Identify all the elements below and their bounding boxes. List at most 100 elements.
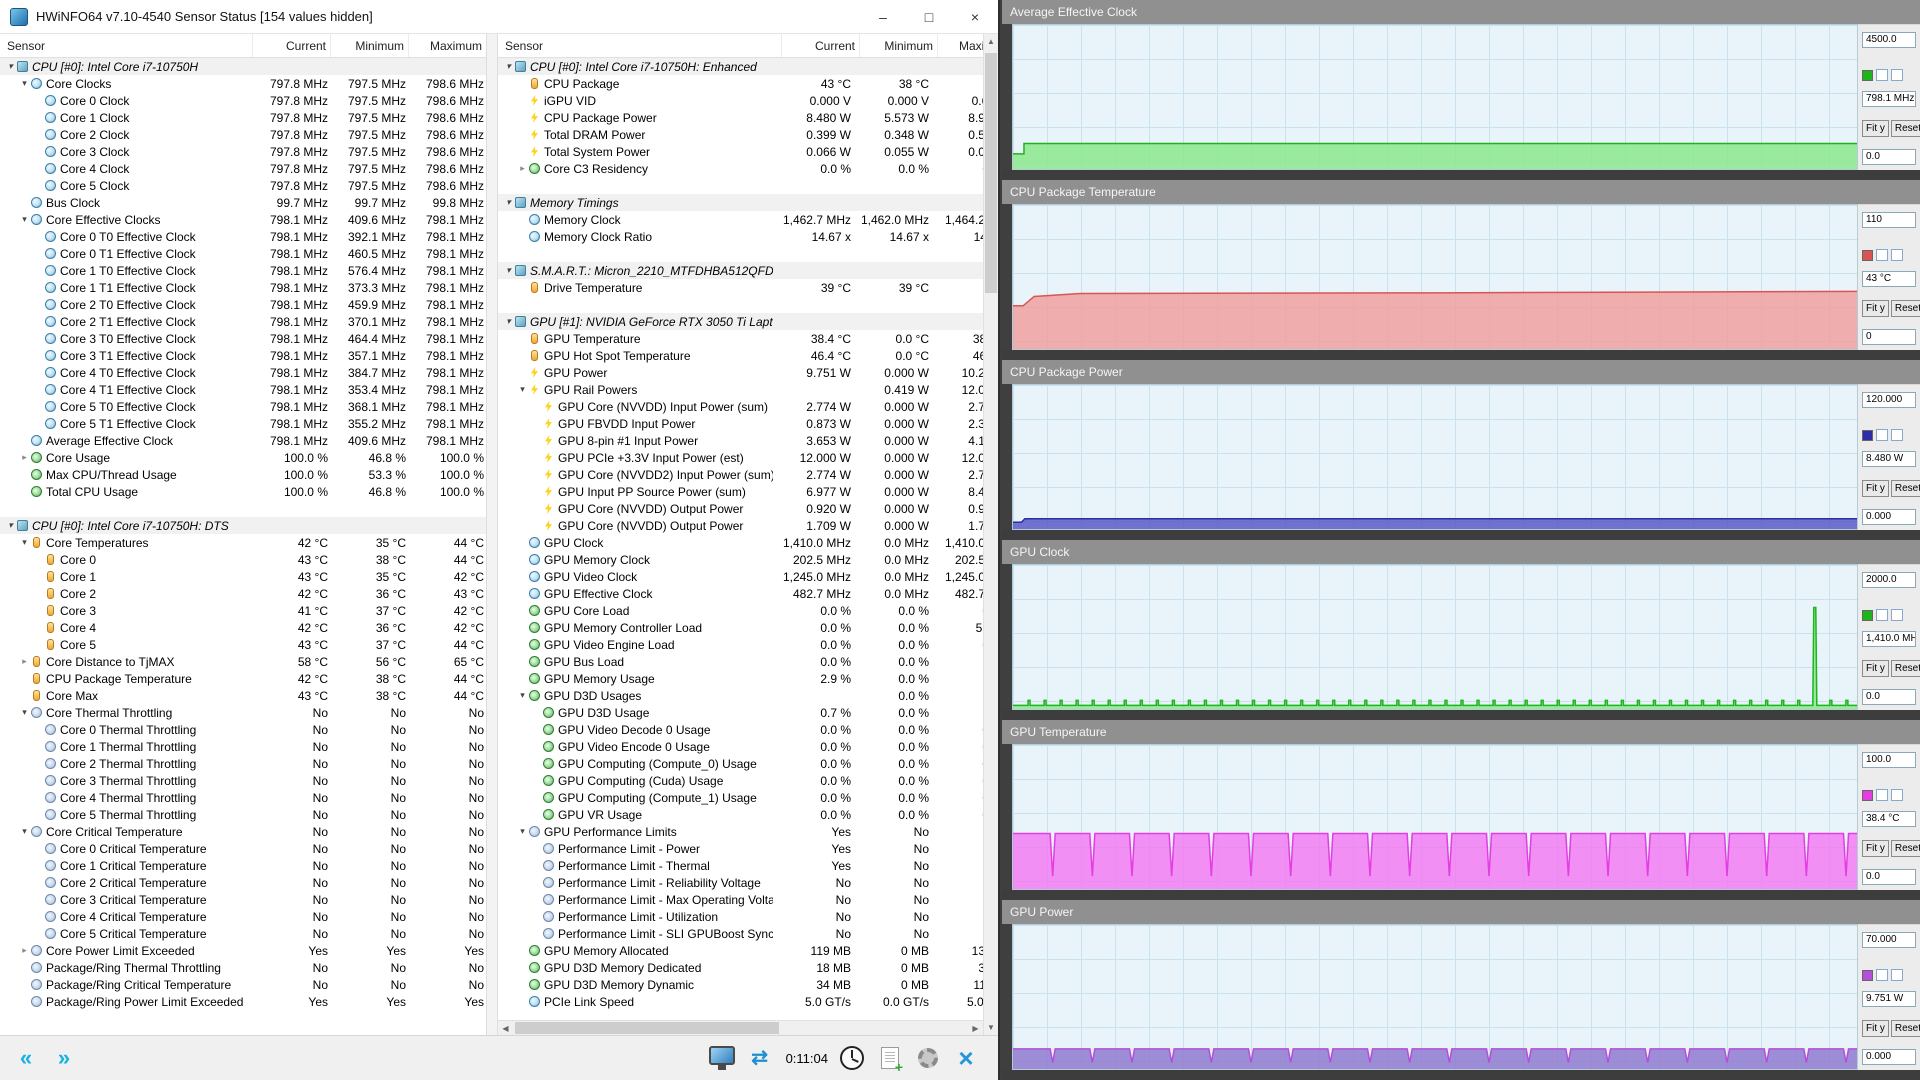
scale-option-box[interactable]: [1876, 69, 1888, 81]
collapse-arrow-icon[interactable]: ▾: [516, 384, 529, 395]
sensor-row[interactable]: Core 2 T1 Effective Clock798.1 MHz370.1 …: [0, 313, 486, 330]
sensor-row[interactable]: Performance Limit - SLI GPUBoost SyncNoN…: [498, 925, 983, 942]
sensor-row[interactable]: GPU Computing (Compute_1) Usage0.0 %0.0 …: [498, 789, 983, 806]
minimize-button[interactable]: –: [860, 0, 906, 34]
sensor-row[interactable]: GPU Temperature38.4 °C0.0 °C38.5 °C: [498, 330, 983, 347]
sensor-row[interactable]: GPU Memory Clock202.5 MHz0.0 MHz202.5 MH…: [498, 551, 983, 568]
sensor-row[interactable]: Core 0 Critical TemperatureNoNoNo: [0, 840, 486, 857]
sensor-row[interactable]: Core 143 °C35 °C42 °C: [0, 568, 486, 585]
sensor-row[interactable]: Memory Clock1,462.7 MHz1,462.0 MHz1,464.…: [498, 211, 983, 228]
sensor-row[interactable]: ▾GPU Performance LimitsYesNoYes: [498, 823, 983, 840]
sensor-row[interactable]: iGPU VID0.000 V0.000 V0.650 V: [498, 92, 983, 109]
scale-min-box[interactable]: 0: [1862, 329, 1916, 345]
sensor-row[interactable]: Memory Clock Ratio14.67 x14.67 x14.67 x: [498, 228, 983, 245]
sensor-section-row[interactable]: ▾CPU [#0]: Intel Core i7-10750H: [0, 58, 486, 75]
scale-max-box[interactable]: 100.0: [1862, 752, 1916, 768]
sensor-row[interactable]: Core 341 °C37 °C42 °C: [0, 602, 486, 619]
sensor-row[interactable]: Core 3 Clock797.8 MHz797.5 MHz798.6 MHz: [0, 143, 486, 160]
scale-option-box[interactable]: [1876, 789, 1888, 801]
sensor-row[interactable]: CPU Package43 °C38 °C44 °C: [498, 75, 983, 92]
sensor-row[interactable]: Performance Limit - Max Operating Voltag…: [498, 891, 983, 908]
prev-page-button[interactable]: «: [10, 1041, 42, 1075]
sensor-row[interactable]: GPU Video Decode 0 Usage0.0 %0.0 %0.0 %: [498, 721, 983, 738]
series-color-swatch[interactable]: [1862, 70, 1873, 81]
sensor-row[interactable]: Core 0 T0 Effective Clock798.1 MHz392.1 …: [0, 228, 486, 245]
sensor-row[interactable]: Core 5 Clock797.8 MHz797.5 MHz798.6 MHz: [0, 177, 486, 194]
horizontal-scrollbar[interactable]: ◀ ▶: [498, 1020, 983, 1035]
sensor-row[interactable]: Package/Ring Thermal ThrottlingNoNoNo: [0, 959, 486, 976]
panel-splitter[interactable]: [486, 34, 498, 1035]
sensor-row[interactable]: Core 3 Thermal ThrottlingNoNoNo: [0, 772, 486, 789]
sensor-row[interactable]: GPU Power9.751 W0.000 W10.259 W: [498, 364, 983, 381]
collapse-arrow-icon[interactable]: ▾: [18, 707, 31, 718]
graph-title[interactable]: GPU Clock: [1002, 540, 1920, 564]
scale-option-box[interactable]: [1891, 429, 1903, 441]
sensor-row[interactable]: Package/Ring Power Limit ExceededYesYesY…: [0, 993, 486, 1010]
sensor-row[interactable]: ▸Core C3 Residency0.0 %0.0 %0.2 %: [498, 160, 983, 177]
sensor-row[interactable]: GPU Input PP Source Power (sum)6.977 W0.…: [498, 483, 983, 500]
refresh-button[interactable]: ⇄: [744, 1041, 776, 1075]
fit-y-button[interactable]: Fit y: [1862, 480, 1889, 497]
sensor-row[interactable]: Core 3 Critical TemperatureNoNoNo: [0, 891, 486, 908]
collapse-arrow-icon[interactable]: ▾: [502, 265, 515, 276]
sensor-row[interactable]: Drive Temperature39 °C39 °C39 °C: [498, 279, 983, 296]
sensor-section-row[interactable]: ▾GPU [#1]: NVIDIA GeForce RTX 3050 Ti La…: [498, 313, 983, 330]
sensor-row[interactable]: Core 4 T1 Effective Clock798.1 MHz353.4 …: [0, 381, 486, 398]
scale-max-box[interactable]: 70.000: [1862, 932, 1916, 948]
scale-min-box[interactable]: 0.0: [1862, 689, 1916, 705]
sensor-row[interactable]: Core 442 °C36 °C42 °C: [0, 619, 486, 636]
scale-option-box[interactable]: [1876, 429, 1888, 441]
sensor-row[interactable]: GPU D3D Memory Dynamic34 MB0 MB111 MB: [498, 976, 983, 993]
next-page-button[interactable]: »: [48, 1041, 80, 1075]
collapse-arrow-icon[interactable]: ▾: [502, 316, 515, 327]
sensor-row[interactable]: Core 4 Clock797.8 MHz797.5 MHz798.6 MHz: [0, 160, 486, 177]
sensor-row[interactable]: Core 3 T0 Effective Clock798.1 MHz464.4 …: [0, 330, 486, 347]
sensor-row[interactable]: Max CPU/Thread Usage100.0 %53.3 %100.0 %: [0, 466, 486, 483]
reset-button[interactable]: Reset: [1891, 120, 1920, 137]
sensor-row[interactable]: Core 1 T0 Effective Clock798.1 MHz576.4 …: [0, 262, 486, 279]
scale-min-box[interactable]: 0.0: [1862, 869, 1916, 885]
column-header-maximum[interactable]: Maximum: [408, 34, 486, 57]
sensor-row[interactable]: Core 1 Critical TemperatureNoNoNo: [0, 857, 486, 874]
sensor-row[interactable]: ▸Core Distance to TjMAX58 °C56 °C65 °C: [0, 653, 486, 670]
column-header-minimum[interactable]: Minimum: [330, 34, 408, 57]
sensor-row[interactable]: Core 4 T0 Effective Clock798.1 MHz384.7 …: [0, 364, 486, 381]
collapse-arrow-icon[interactable]: ▾: [18, 214, 31, 225]
sensor-row[interactable]: GPU Video Clock1,245.0 MHz0.0 MHz1,245.0…: [498, 568, 983, 585]
scale-option-box[interactable]: [1891, 69, 1903, 81]
sensor-row[interactable]: Average Effective Clock798.1 MHz409.6 MH…: [0, 432, 486, 449]
sensor-row[interactable]: Performance Limit - ThermalYesNoYes: [498, 857, 983, 874]
fit-y-button[interactable]: Fit y: [1862, 840, 1889, 857]
sensor-row[interactable]: ▾Core Clocks797.8 MHz797.5 MHz798.6 MHz: [0, 75, 486, 92]
sensor-section-row[interactable]: ▾CPU [#0]: Intel Core i7-10750H: Enhance…: [498, 58, 983, 75]
series-color-swatch[interactable]: [1862, 970, 1873, 981]
series-color-swatch[interactable]: [1862, 250, 1873, 261]
sensor-row[interactable]: Performance Limit - UtilizationNoNoNo: [498, 908, 983, 925]
scroll-down-arrow-icon[interactable]: ▼: [984, 1020, 999, 1035]
logging-timer-button[interactable]: [836, 1041, 868, 1075]
scale-option-box[interactable]: [1876, 249, 1888, 261]
reset-button[interactable]: Reset: [1891, 840, 1920, 857]
sensor-row[interactable]: GPU 8-pin #1 Input Power3.653 W0.000 W4.…: [498, 432, 983, 449]
sensor-row[interactable]: Total System Power0.066 W0.055 W0.069 W: [498, 143, 983, 160]
reset-button[interactable]: Reset: [1891, 660, 1920, 677]
scale-max-box[interactable]: 2000.0: [1862, 572, 1916, 588]
sensor-row[interactable]: GPU Computing (Compute_0) Usage0.0 %0.0 …: [498, 755, 983, 772]
vertical-scrollbar[interactable]: ▲ ▼: [983, 34, 998, 1035]
collapse-arrow-icon[interactable]: ▾: [516, 826, 529, 837]
expand-arrow-icon[interactable]: ▸: [516, 163, 529, 174]
sensor-row[interactable]: GPU D3D Memory Dedicated18 MB0 MB37 MB: [498, 959, 983, 976]
sensor-row[interactable]: GPU Memory Controller Load0.0 %0.0 %59.0…: [498, 619, 983, 636]
column-header-minimum[interactable]: Minimum: [859, 34, 937, 57]
sensor-row[interactable]: Core Max43 °C38 °C44 °C: [0, 687, 486, 704]
reset-button[interactable]: Reset: [1891, 1020, 1920, 1037]
scale-min-box[interactable]: 0.000: [1862, 509, 1916, 525]
sensor-row[interactable]: GPU D3D Usage0.7 %0.0 %1.0 %: [498, 704, 983, 721]
expand-arrow-icon[interactable]: ▸: [18, 656, 31, 667]
collapse-arrow-icon[interactable]: ▾: [18, 78, 31, 89]
sensor-row[interactable]: ▾Core Thermal ThrottlingNoNoNo: [0, 704, 486, 721]
series-color-swatch[interactable]: [1862, 790, 1873, 801]
sensor-row[interactable]: Total DRAM Power0.399 W0.348 W0.562 W: [498, 126, 983, 143]
sensor-row[interactable]: Core 242 °C36 °C43 °C: [0, 585, 486, 602]
sensor-row[interactable]: Core 2 Critical TemperatureNoNoNo: [0, 874, 486, 891]
